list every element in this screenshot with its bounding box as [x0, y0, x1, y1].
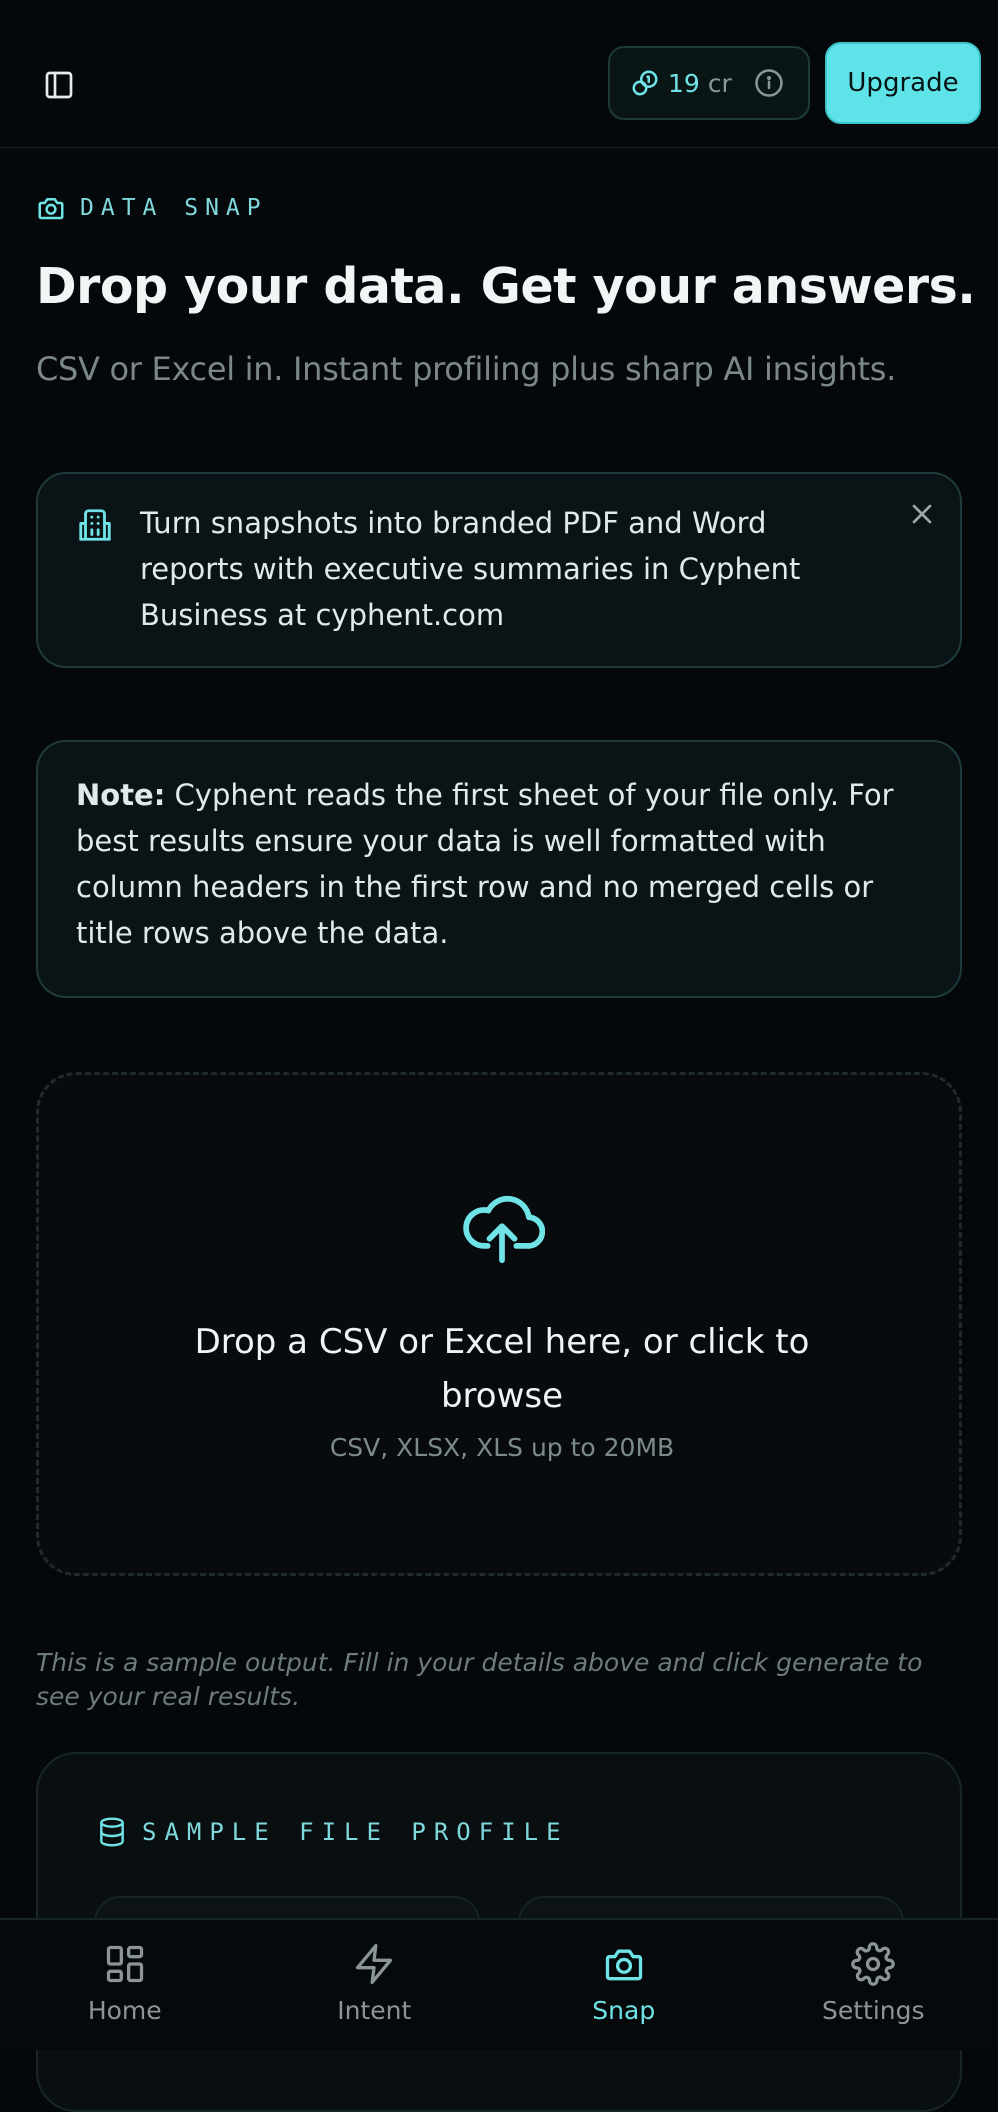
camera-icon — [36, 193, 66, 223]
nav-item-settings[interactable]: Settings — [749, 1920, 998, 2050]
file-dropzone[interactable]: Drop a CSV or Excel here, or click to br… — [36, 1072, 962, 1576]
nav-label: Home — [88, 1996, 162, 2025]
section-kicker: DATA SNAP — [36, 192, 268, 224]
upgrade-button[interactable]: Upgrade — [825, 42, 981, 124]
page-title: Drop your data. Get your answers. — [36, 258, 976, 315]
cloud-upload-icon — [459, 1185, 545, 1275]
credits-badge[interactable]: 19 cr — [608, 46, 810, 120]
promo-text: Turn snapshots into branded PDF and Word… — [140, 500, 870, 638]
sample-profile-heading: SAMPLE FILE PROFILE — [142, 1818, 569, 1846]
promo-banner: Turn snapshots into branded PDF and Word… — [36, 472, 962, 668]
close-icon[interactable] — [906, 498, 938, 534]
coins-icon — [630, 68, 660, 98]
dropzone-title: Drop a CSV or Excel here, or click to br… — [139, 1315, 865, 1423]
credits-value: 19 — [668, 69, 700, 98]
note-body: Cyphent reads the first sheet of your fi… — [76, 778, 894, 950]
sidebar-toggle-button[interactable] — [38, 64, 80, 106]
gear-icon — [851, 1942, 895, 1986]
bottom-navigation: Home Intent Snap Settings — [0, 1918, 998, 2050]
bolt-icon — [352, 1942, 396, 1986]
building-icon — [76, 506, 114, 548]
nav-item-intent[interactable]: Intent — [250, 1920, 500, 2050]
dropzone-hint: CSV, XLSX, XLS up to 20MB — [139, 1433, 865, 1462]
kicker-label: DATA SNAP — [80, 195, 268, 221]
info-icon[interactable] — [754, 68, 784, 98]
credits-unit: cr — [708, 69, 732, 98]
nav-item-home[interactable]: Home — [0, 1920, 250, 2050]
nav-label: Snap — [592, 1996, 655, 2025]
page-subtitle: CSV or Excel in. Instant profiling plus … — [36, 350, 976, 388]
nav-label: Settings — [822, 1996, 925, 2025]
grid-icon — [103, 1942, 147, 1986]
camera-icon — [602, 1942, 646, 1986]
sample-profile-header: SAMPLE FILE PROFILE — [96, 1816, 569, 1848]
nav-item-snap[interactable]: Snap — [499, 1920, 749, 2050]
sidebar-panel-icon — [43, 69, 75, 101]
note-card: Note: Cyphent reads the first sheet of y… — [36, 740, 962, 998]
sample-output-note: This is a sample output. Fill in your de… — [36, 1646, 962, 1714]
top-bar: 19 cr Upgrade — [0, 0, 998, 148]
note-text: Note: Cyphent reads the first sheet of y… — [76, 772, 926, 956]
database-icon — [96, 1816, 128, 1848]
note-label: Note: — [76, 778, 165, 812]
nav-label: Intent — [337, 1996, 411, 2025]
